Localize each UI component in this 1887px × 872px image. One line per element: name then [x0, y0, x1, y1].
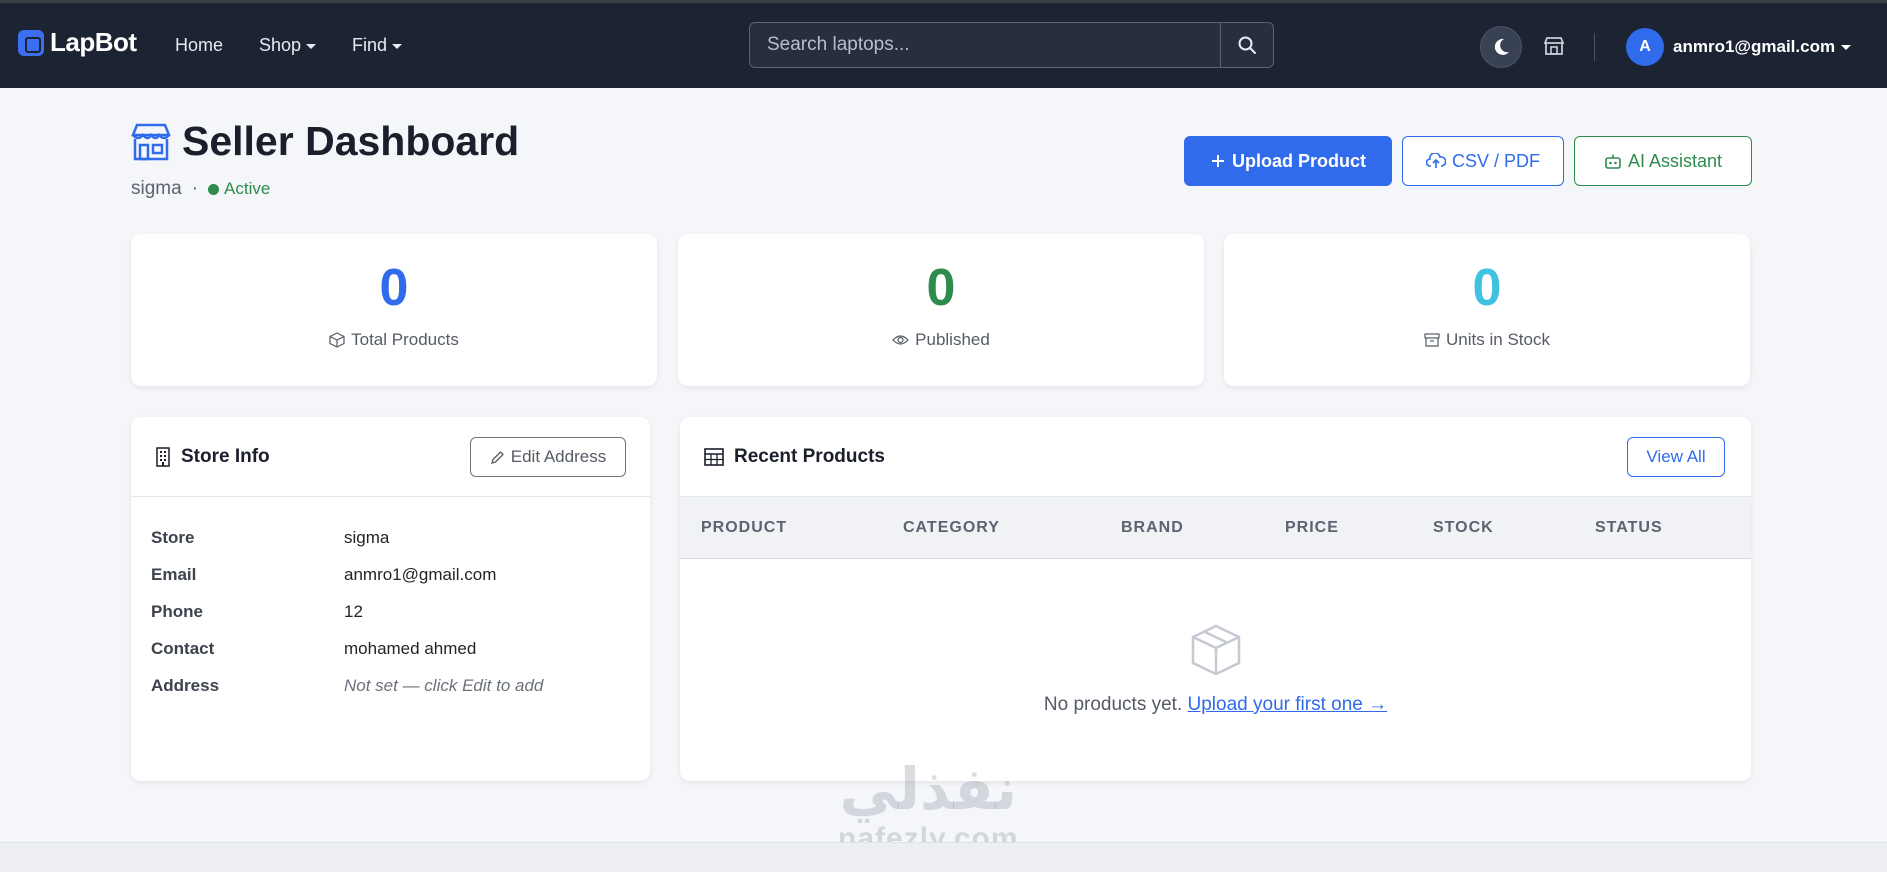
info-row-email: Email anmro1@gmail.com [131, 556, 650, 593]
upload-first-link[interactable]: Upload your first one → [1188, 694, 1388, 715]
eye-icon [892, 335, 909, 345]
search-bar [749, 22, 1274, 68]
archive-icon [1424, 333, 1440, 347]
store-subtitle: sigma · Active [131, 178, 270, 200]
separator: · [191, 178, 199, 199]
stat-label: Total Products [351, 330, 459, 349]
avatar[interactable]: A [1626, 28, 1664, 66]
chevron-down-icon [306, 43, 317, 49]
edit-address-button[interactable]: Edit Address [470, 437, 626, 477]
view-all-button[interactable]: View All [1627, 437, 1725, 477]
nav-divider [1594, 33, 1595, 61]
store-info-table: Store sigma Email anmro1@gmail.com Phone… [131, 519, 650, 704]
nav-find-dropdown[interactable]: Find [352, 35, 403, 56]
info-value: sigma [344, 527, 390, 547]
info-key: Email [151, 564, 197, 584]
theme-toggle-button[interactable] [1480, 26, 1522, 68]
table-header: PRODUCT CATEGORY BRAND PRICE STOCK STATU… [680, 497, 1751, 559]
column-header-category[interactable]: CATEGORY [903, 519, 1000, 537]
cloud-upload-icon [1425, 153, 1446, 168]
empty-text: No products yet. [1043, 694, 1183, 715]
stat-card-published: 0 Published [678, 234, 1204, 386]
store-info-title: Store Info [181, 445, 270, 467]
table-icon [704, 447, 724, 466]
status-badge: Active [208, 179, 270, 199]
info-key: Phone [151, 601, 203, 621]
csv-pdf-button[interactable]: CSV / PDF [1402, 136, 1564, 186]
stat-label-row: Total Products [131, 330, 657, 350]
store-info-title-row: Store Info [155, 446, 270, 468]
store-icon[interactable] [1543, 36, 1565, 61]
search-input[interactable] [750, 23, 1220, 67]
pencil-icon [490, 450, 504, 464]
stat-value: 0 [1472, 259, 1502, 317]
stat-label: Units in Stock [1446, 330, 1550, 349]
column-header-price[interactable]: PRICE [1285, 519, 1339, 537]
recent-products-header: Recent Products View All [680, 417, 1751, 497]
user-menu-caret-icon[interactable] [1841, 45, 1851, 50]
page-title: Seller Dashboard [182, 118, 520, 164]
recent-products-title-row: Recent Products [704, 446, 885, 468]
search-icon [1238, 36, 1256, 54]
nav-home-link[interactable]: Home [175, 35, 223, 56]
empty-box-icon [1191, 624, 1240, 676]
empty-message: No products yet. Upload your first one → [680, 694, 1751, 716]
info-key: Contact [151, 638, 215, 658]
info-row-contact: Contact mohamed ahmed [131, 630, 650, 667]
upload-product-label: Upload Product [1232, 150, 1366, 171]
stat-value: 0 [926, 259, 956, 317]
recent-products-card: Recent Products View All PRODUCT CATEGOR… [680, 417, 1751, 781]
column-header-brand[interactable]: BRAND [1121, 519, 1184, 537]
status-text: Active [224, 179, 271, 198]
edit-address-label: Edit Address [510, 447, 607, 466]
moon-icon [1494, 38, 1509, 55]
info-row-phone: Phone 12 [131, 593, 650, 630]
nav-shop-dropdown[interactable]: Shop [259, 35, 317, 56]
stat-label-row: Units in Stock [1224, 330, 1750, 350]
column-header-stock[interactable]: STOCK [1433, 519, 1494, 537]
info-key: Address [151, 675, 220, 695]
column-header-product[interactable]: PRODUCT [701, 519, 787, 537]
info-row-address: Address Not set — click Edit to add [131, 667, 650, 704]
plus-icon [1212, 155, 1224, 167]
stat-card-total-products: 0 Total Products [131, 234, 657, 386]
building-icon [156, 446, 170, 467]
robot-icon [1605, 154, 1621, 169]
store-name: sigma [131, 178, 182, 199]
info-value: anmro1@gmail.com [344, 564, 497, 584]
chip-icon [18, 29, 44, 56]
info-value: 12 [344, 601, 363, 621]
box-icon [329, 332, 345, 348]
empty-state: No products yet. Upload your first one → [680, 559, 1751, 716]
ai-assistant-button[interactable]: AI Assistant [1574, 136, 1752, 186]
nav-find-label: Find [352, 35, 388, 55]
store-info-header: Store Info Edit Address [131, 417, 650, 497]
info-row-store: Store sigma [131, 519, 650, 556]
brand-name: LapBot [50, 27, 137, 57]
csv-pdf-label: CSV / PDF [1451, 150, 1540, 171]
store-info-card: Store Info Edit Address Store sigma Emai… [131, 417, 650, 781]
watermark-arabic: نفذلي [839, 755, 1017, 823]
user-email[interactable]: anmro1@gmail.com [1673, 37, 1835, 57]
column-header-status[interactable]: STATUS [1595, 519, 1663, 537]
upload-product-button[interactable]: Upload Product [1184, 136, 1392, 186]
stat-label: Published [915, 330, 990, 349]
navbar: LapBot Home Shop Find A anmro1@gmail.com [0, 3, 1887, 88]
shop-icon [131, 123, 171, 160]
info-key: Store [151, 527, 195, 547]
brand-logo[interactable]: LapBot [18, 27, 137, 58]
nav-shop-label: Shop [259, 35, 302, 55]
page-header: Seller Dashboard [130, 118, 519, 165]
info-value: Not set — click Edit to add [344, 675, 544, 695]
info-value: mohamed ahmed [344, 638, 477, 658]
search-button[interactable] [1220, 23, 1273, 67]
footer-strip [0, 842, 1887, 872]
status-dot-icon [208, 183, 220, 195]
ai-assistant-label: AI Assistant [1627, 150, 1723, 171]
stat-label-row: Published [678, 330, 1204, 350]
stat-value: 0 [379, 259, 409, 317]
chevron-down-icon [392, 43, 403, 49]
stat-card-units-in-stock: 0 Units in Stock [1224, 234, 1750, 386]
recent-products-title: Recent Products [734, 445, 885, 467]
